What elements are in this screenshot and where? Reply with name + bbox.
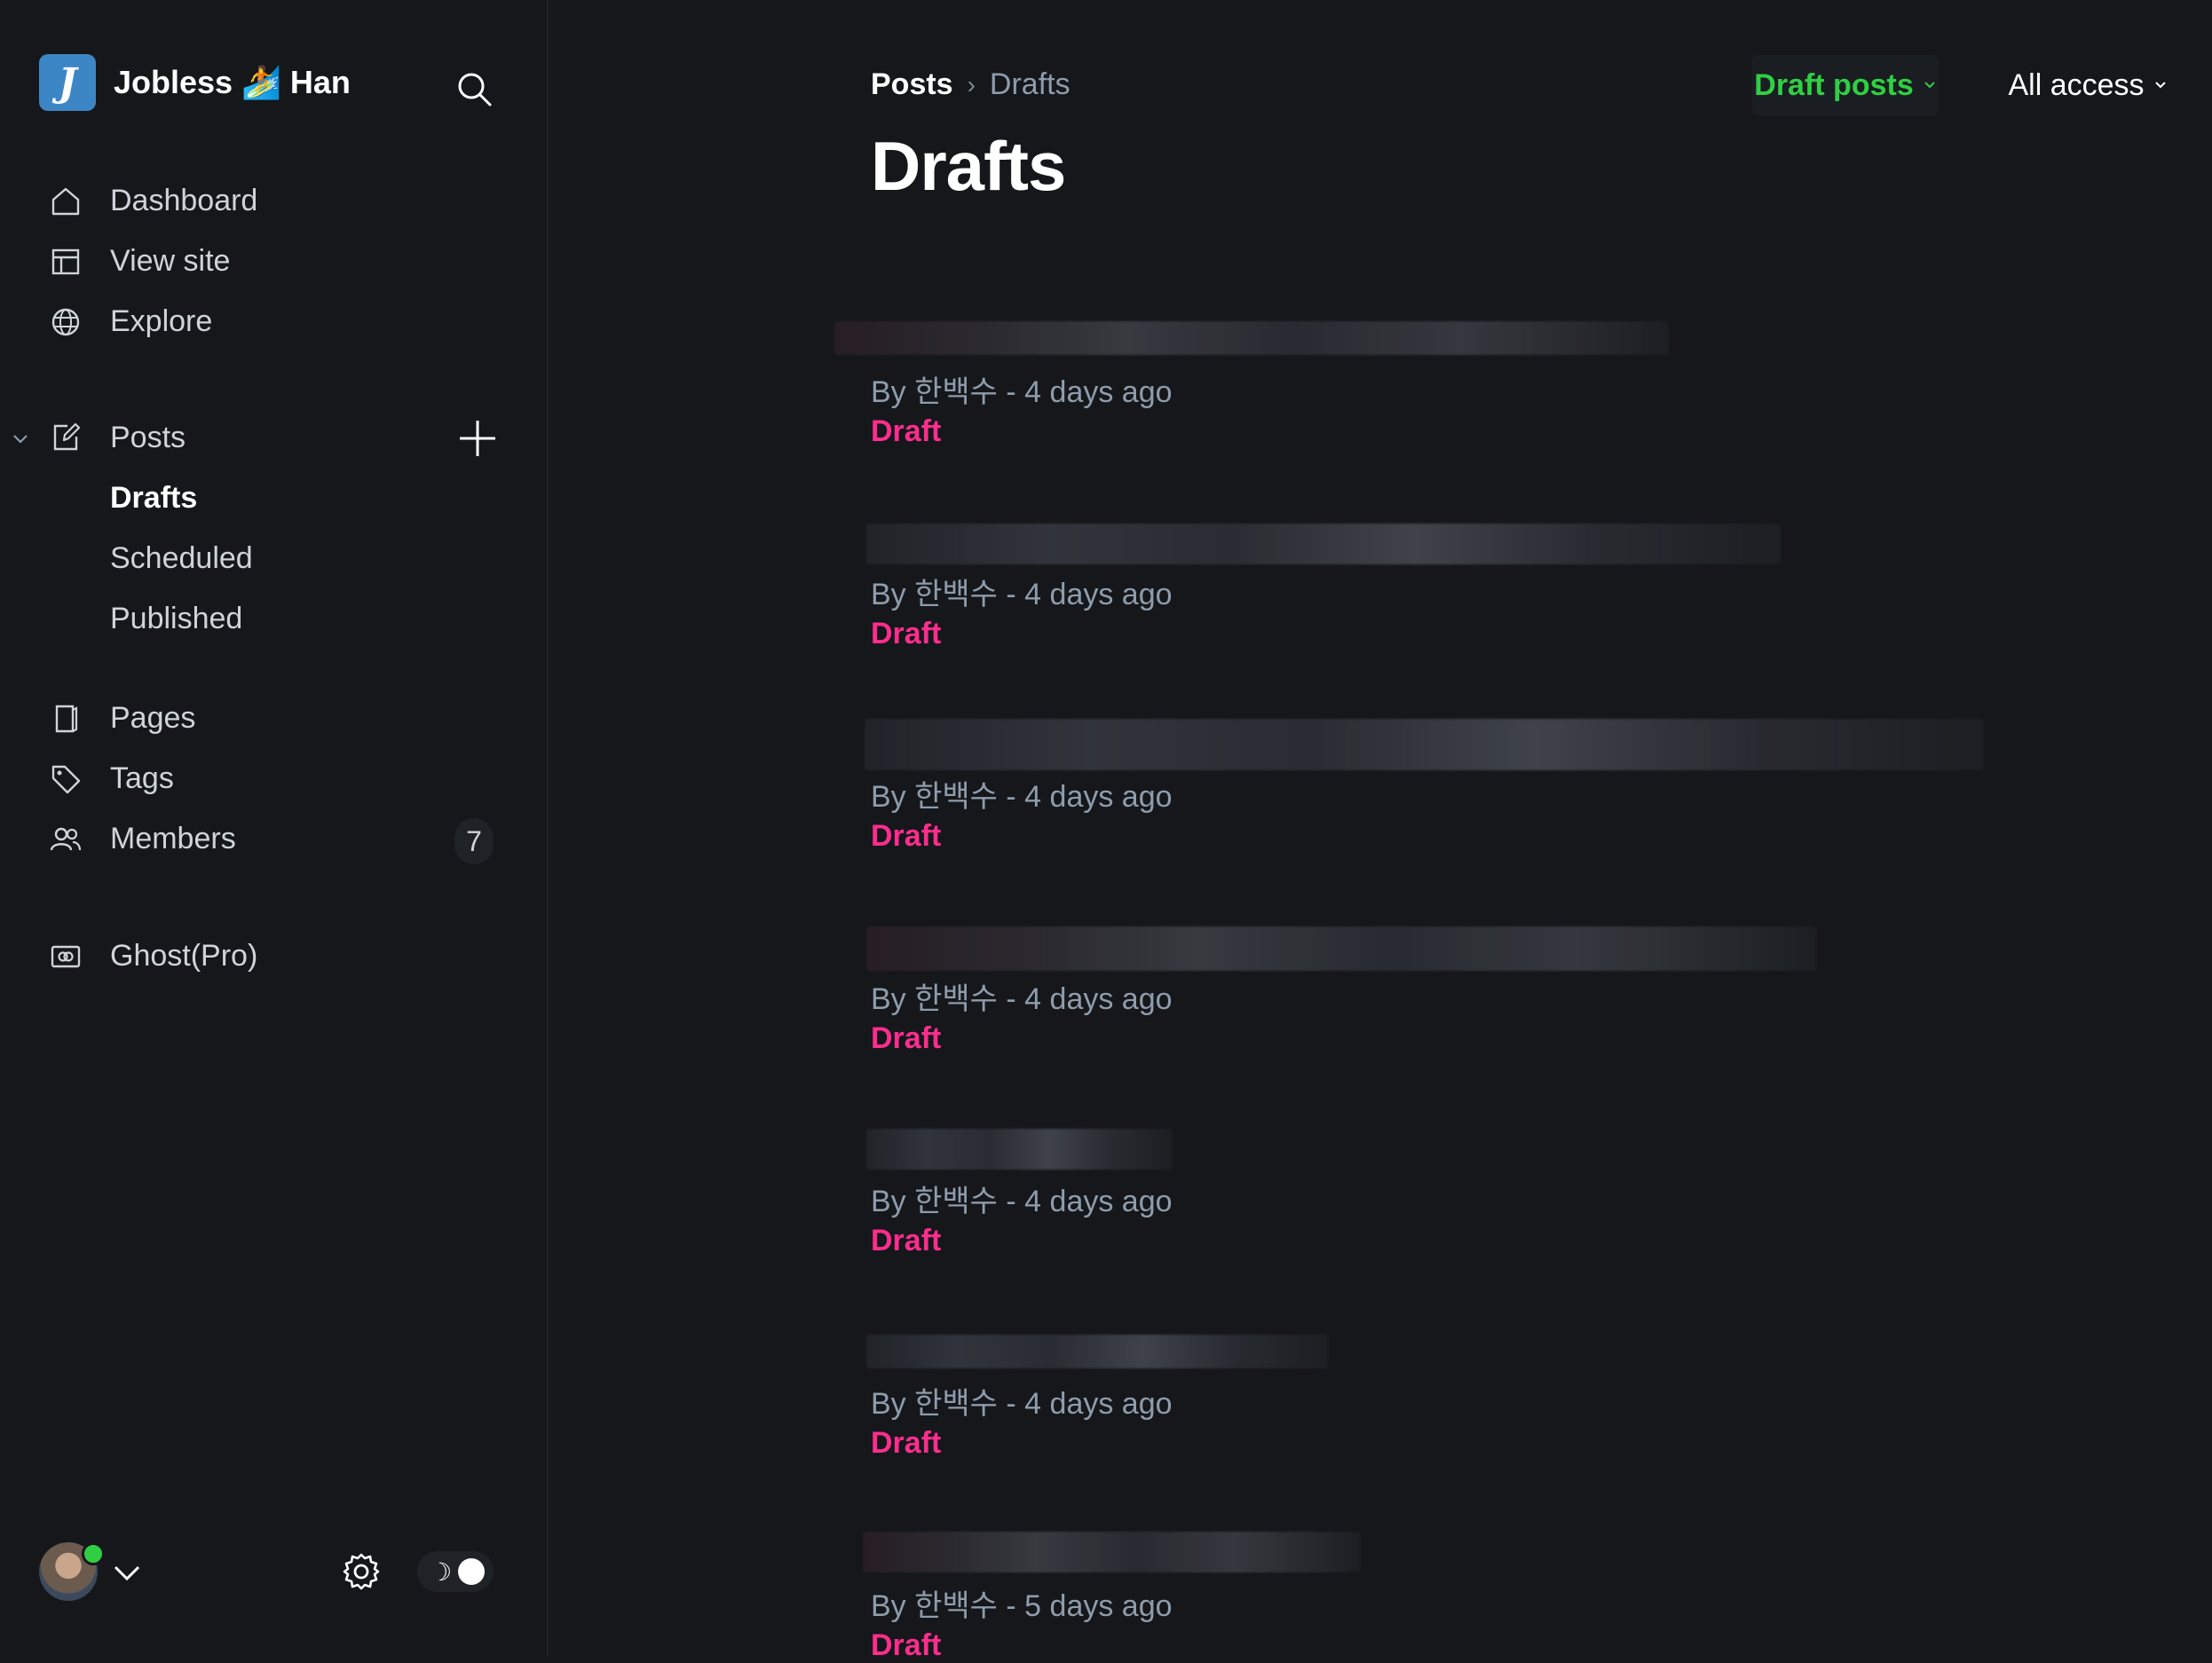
nav-label: Drafts [110, 481, 198, 515]
breadcrumb-current: Drafts [989, 67, 1070, 101]
site-name: Jobless 🏄 Han [114, 64, 351, 100]
sidebar: J Jobless 🏄 Han Dashboard View site Expl… [0, 0, 549, 1656]
post-title-redacted[interactable] [865, 719, 1983, 770]
post-meta: By 한백수 - 5 days ago [871, 1589, 1173, 1623]
post-title-redacted[interactable] [866, 1335, 1328, 1368]
nav-label: View site [110, 244, 231, 278]
nav-label: Dashboard [110, 184, 258, 217]
members-count-badge: 7 [454, 818, 494, 864]
add-post-button[interactable] [456, 417, 499, 460]
access-filter-dropdown[interactable]: All access [1999, 55, 2176, 115]
post-status-badge: Draft [871, 1426, 942, 1460]
post-meta: By 한백수 - 4 days ago [871, 375, 1173, 409]
nav-label: Pages [110, 701, 196, 735]
nav-label: Explore [110, 304, 213, 338]
page-title: Drafts [871, 127, 1066, 205]
nav-item-tags[interactable]: Tags [0, 760, 533, 800]
dark-mode-toggle[interactable]: ☽ [417, 1551, 494, 1592]
post-status-badge: Draft [871, 414, 942, 448]
chevron-down-icon [2154, 82, 2166, 89]
site-logo: J [39, 54, 96, 111]
post-title-redacted[interactable] [863, 1532, 1360, 1572]
nav-item-dashboard[interactable]: Dashboard [0, 182, 533, 223]
online-status-dot [82, 1542, 105, 1565]
tag-icon [50, 763, 82, 795]
post-title-redacted[interactable] [834, 321, 1669, 355]
post-status-badge: Draft [871, 1224, 942, 1257]
post-status-badge: Draft [871, 617, 942, 650]
post-status-badge: Draft [871, 819, 942, 853]
sidebar-item-scheduled[interactable]: Scheduled [0, 540, 533, 580]
breadcrumb: Posts › Drafts [871, 67, 1070, 102]
chevron-down-icon[interactable] [11, 430, 30, 449]
chevron-right-icon: › [967, 70, 976, 99]
globe-icon [50, 306, 82, 338]
nav-label: Published [110, 602, 243, 635]
nav-label: Members [110, 822, 236, 855]
filter-label: Draft posts [1754, 67, 1914, 102]
post-status-badge: Draft [871, 1021, 942, 1055]
nav-label: Ghost(Pro) [110, 939, 258, 973]
post-meta: By 한백수 - 4 days ago [871, 578, 1173, 611]
nav-item-view-site[interactable]: View site [0, 242, 533, 283]
moon-icon: ☽ [430, 1558, 453, 1586]
post-meta: By 한백수 - 4 days ago [871, 780, 1173, 814]
post-type-filter-dropdown[interactable]: Draft posts [1752, 55, 1939, 115]
filter-label: All access [2008, 67, 2145, 102]
pencil-edit-icon [50, 421, 82, 453]
nav-label: Tags [110, 761, 174, 795]
ghost-pro-icon [50, 941, 82, 973]
page-icon [50, 703, 82, 735]
nav-item-ghost-pro[interactable]: Ghost(Pro) [0, 937, 533, 978]
sidebar-item-drafts[interactable]: Drafts [0, 479, 533, 520]
post-meta: By 한백수 - 4 days ago [871, 1185, 1173, 1218]
breadcrumb-posts-link[interactable]: Posts [871, 67, 953, 102]
home-icon [50, 185, 82, 217]
sidebar-item-published[interactable]: Published [0, 600, 533, 641]
toggle-knob [458, 1558, 485, 1585]
post-title-redacted[interactable] [866, 926, 1816, 971]
post-title-redacted[interactable] [866, 524, 1781, 564]
site-brand[interactable]: J Jobless 🏄 Han [39, 54, 351, 111]
chevron-down-icon[interactable] [112, 1560, 142, 1585]
nav-label: Posts [110, 421, 186, 454]
chevron-down-icon [1924, 82, 1935, 89]
layout-icon [50, 246, 82, 278]
post-status-badge: Draft [871, 1628, 942, 1662]
post-meta: By 한백수 - 4 days ago [871, 1387, 1173, 1421]
nav-item-posts[interactable]: Posts [0, 419, 533, 460]
post-meta: By 한백수 - 4 days ago [871, 982, 1173, 1016]
nav-item-explore[interactable]: Explore [0, 303, 533, 343]
gear-icon[interactable] [341, 1551, 382, 1592]
nav-label: Scheduled [110, 541, 253, 575]
search-icon[interactable] [454, 69, 494, 108]
nav-item-members[interactable]: Members 7 [0, 818, 533, 864]
nav-item-pages[interactable]: Pages [0, 699, 533, 740]
post-title-redacted[interactable] [866, 1129, 1173, 1170]
members-icon [50, 824, 82, 855]
